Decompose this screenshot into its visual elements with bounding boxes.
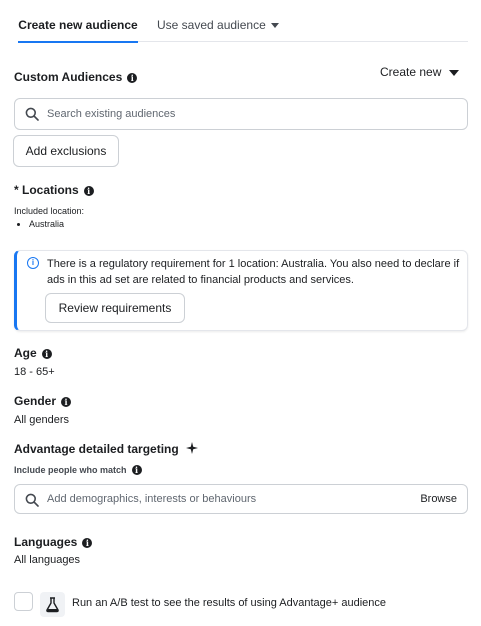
include-people-heading: Include people who match i (14, 465, 142, 475)
detailed-targeting-title: Advantage detailed targeting (14, 442, 179, 456)
tab-create-new-audience[interactable]: Create new audience (18, 8, 138, 43)
locations-heading: * Locations i (14, 183, 94, 197)
location-list-item: Australia (14, 219, 64, 229)
flask-icon (46, 597, 59, 613)
include-people-label: Include people who match (14, 465, 127, 475)
age-heading: Age i (14, 346, 52, 360)
info-circle-icon: i (27, 257, 39, 269)
custom-audiences-heading: Custom Audiences i (14, 70, 138, 84)
locations-title: * Locations (14, 183, 79, 197)
info-icon[interactable]: i (131, 465, 142, 475)
custom-audience-search-input[interactable]: Search existing audiences (14, 98, 468, 130)
audience-tabs: Create new audience Use saved audience (18, 8, 468, 43)
bullet (17, 223, 20, 227)
create-new-dropdown[interactable]: Create new (380, 65, 460, 79)
add-exclusions-button[interactable]: Add exclusions (13, 135, 119, 167)
gender-heading: Gender i (14, 394, 72, 408)
search-placeholder: Search existing audiences (47, 108, 176, 120)
gender-title: Gender (14, 394, 57, 408)
flask-icon-container (40, 592, 65, 617)
regulatory-notice: i There is a regulatory requirement for … (14, 250, 468, 331)
review-requirements-button[interactable]: Review requirements (45, 293, 185, 323)
chevron-down-icon (449, 69, 460, 76)
detailed-targeting-search-input[interactable]: Add demographics, interests or behaviour… (14, 484, 468, 514)
tab-use-saved-audience[interactable]: Use saved audience (157, 8, 279, 42)
info-icon[interactable]: i (61, 397, 72, 407)
custom-audiences-title: Custom Audiences (14, 70, 123, 84)
ab-test-checkbox[interactable] (14, 592, 33, 611)
languages-heading: Languages i (14, 535, 93, 549)
age-value: 18 - 65+ (14, 366, 55, 378)
location-name: Australia (29, 219, 65, 229)
gender-value: All genders (14, 414, 70, 426)
info-icon[interactable]: i (41, 349, 52, 359)
detailed-targeting-placeholder: Add demographics, interests or behaviour… (47, 493, 257, 505)
ab-test-label: Run an A/B test to see the results of us… (72, 597, 387, 609)
regulatory-notice-text: There is a regulatory requirement for 1 … (47, 258, 460, 286)
info-icon[interactable]: i (127, 73, 138, 83)
languages-title: Languages (14, 535, 78, 549)
search-icon (25, 493, 39, 507)
info-icon[interactable]: i (82, 538, 93, 548)
tab-use-saved-audience-label: Use saved audience (157, 18, 266, 32)
chevron-down-icon (270, 23, 279, 29)
info-icon[interactable]: i (83, 186, 94, 196)
detailed-targeting-heading: Advantage detailed targeting (14, 442, 199, 456)
browse-button[interactable]: Browse (420, 485, 457, 513)
search-icon (25, 107, 39, 121)
sparkle-icon (186, 442, 199, 454)
languages-value: All languages (14, 554, 81, 566)
create-new-label: Create new (380, 65, 442, 79)
age-title: Age (14, 346, 37, 360)
included-location-label: Included location: (14, 206, 85, 216)
